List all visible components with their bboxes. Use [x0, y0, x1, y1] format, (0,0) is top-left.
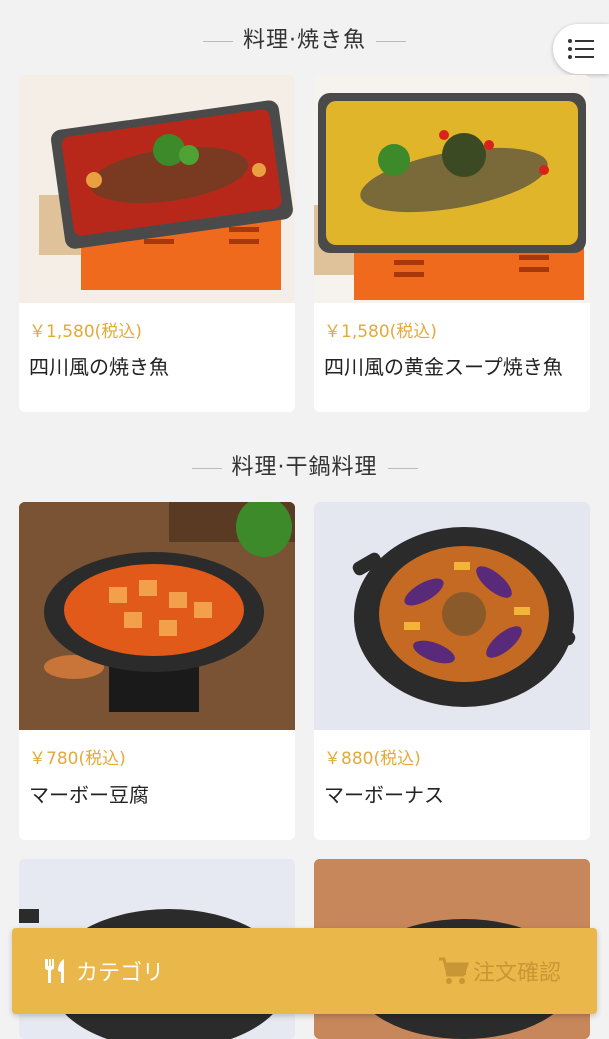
divider	[376, 40, 406, 42]
dish-price: ￥1,580(税込)	[324, 322, 437, 342]
section-title-dry-pot: 料理·干鍋料理	[0, 449, 609, 481]
dish-image	[19, 502, 295, 730]
dish-card[interactable]: ￥1,580(税込) 四川風の黄金スープ焼き魚	[314, 75, 590, 412]
list-icon	[568, 39, 594, 59]
dish-image	[314, 502, 590, 730]
dish-name: マーボーナス	[324, 783, 444, 807]
divider	[191, 467, 222, 469]
section-title-text: 料理·焼き魚	[243, 28, 366, 53]
cart-icon	[438, 957, 469, 984]
order-confirm-label: 注文確認	[472, 961, 561, 986]
dish-price: ￥780(税込)	[29, 749, 126, 769]
section-title-text: 料理·干鍋料理	[231, 455, 378, 480]
menu-list-button[interactable]	[553, 24, 609, 74]
section-title-grilled-fish: 料理·焼き魚	[0, 22, 609, 54]
dish-image	[314, 75, 590, 303]
dish-name: 四川風の黄金スープ焼き魚	[324, 355, 563, 379]
dish-price: ￥880(税込)	[324, 749, 421, 769]
dish-card[interactable]: ￥780(税込) マーボー豆腐	[19, 502, 295, 840]
dish-name: マーボー豆腐	[29, 783, 149, 807]
fork-knife-icon	[45, 959, 64, 983]
dish-image	[19, 75, 295, 303]
order-confirm-button[interactable]: 注文確認	[437, 928, 561, 1014]
bottom-action-bar: カテゴリ 注文確認	[12, 928, 597, 1014]
category-label: カテゴリ	[76, 961, 165, 986]
dish-name: 四川風の焼き魚	[29, 355, 169, 379]
dish-price: ￥1,580(税込)	[29, 322, 142, 342]
dish-card[interactable]: ￥880(税込) マーボーナス	[314, 502, 590, 840]
dish-card[interactable]: ￥1,580(税込) 四川風の焼き魚	[19, 75, 295, 412]
divider	[203, 40, 233, 42]
divider	[387, 467, 418, 469]
category-button[interactable]: カテゴリ	[40, 928, 164, 1014]
